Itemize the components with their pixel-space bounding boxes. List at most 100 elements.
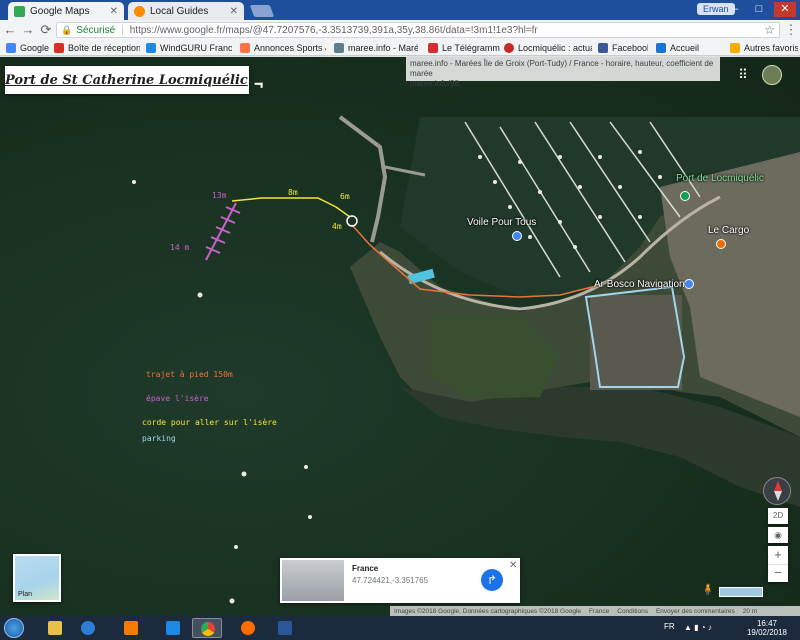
- taskbar-zimbra[interactable]: [158, 618, 188, 638]
- bookmark-inbox[interactable]: Boîte de réception -: [54, 41, 140, 55]
- taskbar-explorer[interactable]: [40, 618, 70, 638]
- taskbar-chrome[interactable]: [192, 618, 222, 638]
- voile-pour-tous-pin-icon[interactable]: [512, 231, 522, 241]
- close-window-button[interactable]: ✕: [774, 2, 796, 17]
- bookmark-telegramme[interactable]: Le Télégramme: [428, 41, 500, 55]
- dive-point-marker: [346, 215, 358, 227]
- rope-length-8m-label: 8m: [288, 188, 298, 197]
- zoom-out-button[interactable]: −: [768, 564, 788, 582]
- footer-terms-link[interactable]: Conditions: [617, 608, 648, 615]
- tray-icons[interactable]: ▲ ▮ ◔ ♪: [684, 623, 712, 632]
- poi-le-cargo[interactable]: Le Cargo: [708, 225, 749, 236]
- close-icon[interactable]: ✕: [509, 560, 517, 571]
- url-text[interactable]: https://www.google.fr/maps/@47.7207576,-…: [130, 25, 765, 36]
- my-location-icon[interactable]: ◉: [768, 527, 788, 543]
- maximize-button[interactable]: □: [748, 2, 770, 17]
- address-bar[interactable]: 🔒 Sécurisé | https://www.google.fr/maps/…: [56, 22, 780, 38]
- bookmark-label: WindGURU France -: [160, 43, 232, 53]
- bookmark-accueil[interactable]: Accueil: [656, 41, 706, 55]
- location-photo[interactable]: [282, 560, 344, 601]
- location-coordinates[interactable]: 47.724421,-3.351765: [352, 576, 428, 585]
- bookmark-maree[interactable]: maree.info - Marées: [334, 41, 418, 55]
- scale-bar[interactable]: 20 m: [743, 608, 757, 615]
- tab-close-icon[interactable]: ✕: [110, 6, 118, 17]
- google-apps-icon[interactable]: ⠿: [736, 68, 750, 82]
- map-type-toggle[interactable]: Plan: [13, 554, 61, 602]
- firefox-icon: [241, 621, 255, 635]
- tab-close-icon[interactable]: ✕: [230, 6, 238, 17]
- bookmark-star-icon[interactable]: ☆: [764, 23, 775, 37]
- legend-parking: parking: [142, 434, 176, 443]
- tab-title: Google Maps: [30, 5, 90, 17]
- reload-button[interactable]: ⟳: [38, 22, 54, 38]
- bookmark-annonces[interactable]: Annonces Sports &: [240, 41, 326, 55]
- taskbar-firefox[interactable]: [233, 618, 263, 638]
- parking-lot: [590, 295, 682, 390]
- local-guides-favicon-icon: [134, 5, 145, 17]
- folder-icon: [730, 43, 740, 53]
- google-icon: [6, 43, 16, 53]
- new-tab-button[interactable]: [249, 5, 275, 17]
- browser-menu-icon[interactable]: ⋮: [784, 22, 798, 38]
- poi-voile-pour-tous[interactable]: Voile Pour Tous: [467, 217, 536, 228]
- secure-label: Sécurisé: [76, 24, 116, 36]
- bookmark-locmiquelic[interactable]: Locmiquélic : actualit: [504, 41, 592, 55]
- footer-country-link[interactable]: France: [589, 608, 609, 615]
- map-footer: Images ©2018 Google, Données cartographi…: [390, 606, 800, 616]
- browser-toolbar: ← → ⟳ 🔒 Sécurisé | https://www.google.fr…: [0, 20, 800, 40]
- bookmark-label: Google: [20, 43, 50, 53]
- legend-rope: corde pour aller sur l'isère: [142, 418, 277, 427]
- web-card-title: maree.info - Marées Île de Groix (Port-T…: [410, 59, 714, 78]
- tide-web-card[interactable]: maree.info - Marées Île de Groix (Port-T…: [406, 57, 720, 88]
- poi-port-locmiquelic[interactable]: Port de Locmiquélic: [676, 173, 764, 184]
- map-type-label: Plan: [18, 591, 33, 598]
- le-cargo-pin-icon[interactable]: [716, 239, 726, 249]
- system-clock[interactable]: 16:47 19/02/2018: [744, 619, 790, 637]
- place-title: Port de St Catherine Locmiquélic: [5, 72, 248, 88]
- start-button[interactable]: [4, 618, 24, 638]
- satellite-imagery: [132, 115, 800, 604]
- taskbar-word[interactable]: [270, 618, 300, 638]
- chrome-icon: [201, 622, 215, 636]
- directions-route-icon[interactable]: ↱: [481, 569, 503, 591]
- location-country: France: [352, 564, 379, 573]
- telegramme-icon: [428, 43, 438, 53]
- tab-local-guides[interactable]: Local Guides ✕: [128, 2, 244, 20]
- avatar[interactable]: [762, 65, 782, 85]
- compass-icon[interactable]: [763, 477, 791, 505]
- taskbar-media[interactable]: [73, 618, 103, 638]
- bookmark-other-favorites[interactable]: Autres favoris: [730, 41, 798, 55]
- ar-bosco-pin-icon[interactable]: [684, 279, 694, 289]
- port-locmiquelic-pin-icon[interactable]: [680, 191, 690, 201]
- maree-icon: [334, 43, 344, 53]
- 2d-toggle-button[interactable]: 2D: [768, 508, 788, 524]
- wreck-length-13m-label: 13m: [212, 191, 227, 200]
- bookmark-label: Boîte de réception -: [68, 43, 140, 53]
- location-info-card[interactable]: France 47.724421,-3.351765 ↱ ✕: [280, 558, 520, 603]
- place-title-box[interactable]: Port de St Catherine Locmiquélic: [5, 66, 259, 94]
- back-button[interactable]: ←: [2, 22, 18, 38]
- imagery-credit: Images ©2018 Google, Données cartographi…: [394, 607, 582, 615]
- minimize-button[interactable]: –: [724, 2, 746, 17]
- rope-length-4m-label: 4m: [332, 222, 342, 231]
- satellite-map[interactable]: 13m 8m 6m 4m 14 m trajet à pied 150m épa…: [0, 57, 800, 616]
- taskbar-player[interactable]: [116, 618, 146, 638]
- pegman-icon[interactable]: 🧍: [701, 583, 715, 599]
- legend-wreck: épave l'isère: [146, 394, 209, 403]
- input-language[interactable]: FR: [664, 622, 675, 631]
- wreck-length-14m-label: 14 m: [170, 243, 190, 252]
- bookmark-google[interactable]: Google: [6, 41, 50, 55]
- footer-feedback-link[interactable]: Envoyer des commentaires: [656, 608, 735, 615]
- bookmark-windguru[interactable]: WindGURU France -: [146, 41, 232, 55]
- imagery-thumbnails[interactable]: [719, 587, 763, 597]
- forward-button[interactable]: →: [20, 22, 36, 38]
- bookmark-label: Accueil: [670, 43, 700, 53]
- annonces-icon: [240, 43, 250, 53]
- poi-ar-bosco-navigation[interactable]: Ar Bosco Navigation: [594, 279, 685, 290]
- tab-google-maps[interactable]: Google Maps ✕: [8, 2, 124, 20]
- word-icon: [278, 621, 292, 635]
- rope-length-6m-label: 6m: [340, 192, 350, 201]
- bookmark-label: Locmiquélic : actualit: [518, 43, 592, 53]
- zoom-in-button[interactable]: +: [768, 546, 788, 564]
- bookmark-facebook[interactable]: Facebook: [598, 41, 648, 55]
